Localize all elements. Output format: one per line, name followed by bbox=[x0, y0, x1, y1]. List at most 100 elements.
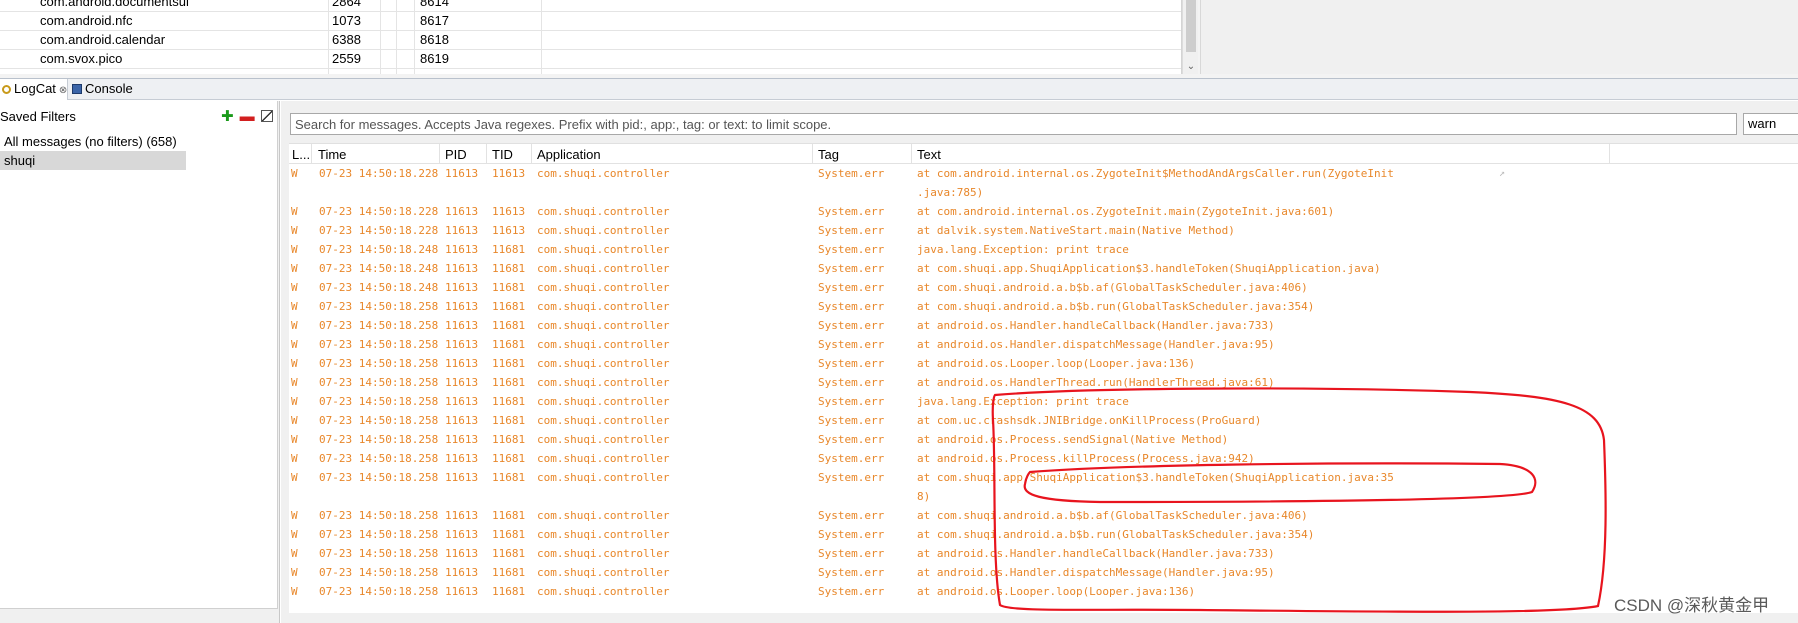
process-port: 8619 bbox=[420, 51, 449, 66]
column-divider[interactable] bbox=[486, 144, 487, 164]
log-row[interactable]: W 07-23 14:50:18.248 11613 11681 com.shuqi.c… bbox=[289, 278, 1798, 297]
log-row[interactable]: W 07-23 14:50:18.258 11613 11681 com.shuqi.c… bbox=[289, 335, 1798, 354]
log-pid: 11613 bbox=[445, 338, 479, 351]
log-tid: 11681 bbox=[492, 262, 526, 275]
log-application: com.shuqi.controller bbox=[537, 243, 670, 256]
log-row[interactable]: W 07-23 14:50:18.228 11613 11613 com.shuqi.c… bbox=[289, 202, 1798, 221]
edit-filter-icon[interactable] bbox=[260, 110, 273, 122]
log-pid: 11613 bbox=[445, 471, 479, 484]
log-tid: 11681 bbox=[492, 471, 526, 484]
log-time: 07-23 14:50:18.258 bbox=[319, 528, 439, 541]
view-tab-bar: LogCat ⊗ Console bbox=[0, 78, 1798, 100]
log-time: 07-23 14:50:18.258 bbox=[319, 300, 439, 313]
tab-label: LogCat bbox=[14, 81, 56, 96]
column-divider[interactable] bbox=[812, 144, 813, 164]
log-row[interactable]: W 07-23 14:50:18.258 11613 11681 com.shuqi.c… bbox=[289, 506, 1798, 525]
log-row[interactable]: W 07-23 14:50:18.258 11613 11681 com.shuqi.c… bbox=[289, 373, 1798, 392]
log-row[interactable]: W 07-23 14:50:18.258 11613 11681 com.shuqi.c… bbox=[289, 316, 1798, 335]
log-application: com.shuqi.controller bbox=[537, 338, 670, 351]
log-tid: 11681 bbox=[492, 319, 526, 332]
log-row[interactable]: W 07-23 14:50:18.258 11613 11681 com.shuqi.c… bbox=[289, 354, 1798, 373]
log-level: W bbox=[291, 224, 298, 237]
log-level: W bbox=[291, 167, 298, 180]
log-row[interactable]: W 07-23 14:50:18.258 11613 11681 com.shuqi.c… bbox=[289, 563, 1798, 582]
log-row[interactable]: W 07-23 14:50:18.248 11613 11681 com.shuqi.c… bbox=[289, 259, 1798, 278]
log-tag: System.err bbox=[818, 319, 885, 332]
column-divider[interactable] bbox=[1609, 144, 1610, 164]
column-header-application[interactable]: Application bbox=[537, 147, 601, 162]
log-application: com.shuqi.controller bbox=[537, 452, 670, 465]
log-row[interactable]: W 07-23 14:50:18.258 11613 11681 com.shuqi.c… bbox=[289, 430, 1798, 449]
log-row[interactable]: W 07-23 14:50:18.258 11613 11681 com.shuqi.c… bbox=[289, 544, 1798, 563]
column-divider bbox=[414, 0, 415, 74]
log-pid: 11613 bbox=[445, 319, 479, 332]
log-row[interactable]: W 07-23 14:50:18.248 11613 11681 com.shuqi.c… bbox=[289, 240, 1798, 259]
add-filter-icon[interactable]: ✚ bbox=[221, 108, 234, 125]
process-table-scrollbar[interactable]: ⌄ bbox=[1182, 0, 1198, 74]
log-tid: 11681 bbox=[492, 357, 526, 370]
log-row[interactable]: W 07-23 14:50:18.258 11613 11681 com.shuqi.c… bbox=[289, 411, 1798, 430]
column-divider[interactable] bbox=[531, 144, 532, 164]
log-time: 07-23 14:50:18.258 bbox=[319, 585, 439, 598]
table-row[interactable]: com.svox.pico 2559 8619 bbox=[0, 50, 1181, 69]
log-level: W bbox=[291, 376, 298, 389]
log-time: 07-23 14:50:18.228 bbox=[319, 205, 439, 218]
log-application: com.shuqi.controller bbox=[537, 167, 670, 180]
remove-filter-icon[interactable]: ▬ bbox=[240, 108, 255, 125]
process-name: com.android.documentsui bbox=[40, 0, 189, 9]
log-text: at com.shuqi.android.a.b$b.af(GlobalTask… bbox=[917, 281, 1308, 294]
close-icon[interactable]: ⊗ bbox=[59, 85, 67, 96]
log-tid: 11681 bbox=[492, 585, 526, 598]
log-row[interactable]: W 07-23 14:50:18.258 11613 11681 com.shuqi.c… bbox=[289, 468, 1798, 506]
column-header-pid[interactable]: PID bbox=[445, 147, 467, 162]
log-pid: 11613 bbox=[445, 395, 479, 408]
tab-logcat[interactable]: LogCat ⊗ bbox=[0, 79, 68, 100]
log-tag: System.err bbox=[818, 585, 885, 598]
log-level: W bbox=[291, 528, 298, 541]
log-level-select[interactable]: warn bbox=[1743, 113, 1798, 135]
log-level: W bbox=[291, 281, 298, 294]
filter-item-all-messages[interactable]: All messages (no filters) (658) bbox=[0, 132, 186, 151]
chevron-down-icon[interactable]: ⌄ bbox=[1185, 61, 1197, 73]
log-row[interactable]: W 07-23 14:50:18.228 11613 11613 com.shuqi.c… bbox=[289, 164, 1798, 202]
log-table: L... Time PID TID Application Tag Text W… bbox=[289, 143, 1798, 613]
log-pid: 11613 bbox=[445, 224, 479, 237]
log-tid: 11613 bbox=[492, 167, 526, 180]
log-pid: 11613 bbox=[445, 528, 479, 541]
tab-console[interactable]: Console bbox=[70, 79, 140, 100]
column-header-tag[interactable]: Tag bbox=[818, 147, 839, 162]
log-application: com.shuqi.controller bbox=[537, 433, 670, 446]
search-input[interactable] bbox=[290, 113, 1737, 135]
log-row[interactable]: W 07-23 14:50:18.258 11613 11681 com.shuqi.c… bbox=[289, 525, 1798, 544]
scrollbar-thumb[interactable] bbox=[1186, 0, 1196, 52]
log-pid: 11613 bbox=[445, 357, 479, 370]
log-row[interactable]: W 07-23 14:50:18.258 11613 11681 com.shuqi.c… bbox=[289, 392, 1798, 411]
table-row[interactable]: com.android.nfc 1073 8617 bbox=[0, 12, 1181, 31]
table-row[interactable]: com.android.documentsui 2864 8614 bbox=[0, 0, 1181, 12]
filter-item-shuqi[interactable]: shuqi bbox=[0, 151, 186, 170]
log-row[interactable]: W 07-23 14:50:18.258 11613 11681 com.shuqi.c… bbox=[289, 582, 1798, 601]
log-tid: 11681 bbox=[492, 528, 526, 541]
log-text: at com.shuqi.android.a.b$b.run(GlobalTas… bbox=[917, 528, 1315, 541]
log-tid: 11681 bbox=[492, 376, 526, 389]
log-level: W bbox=[291, 433, 298, 446]
column-header-time[interactable]: Time bbox=[318, 147, 346, 162]
log-application: com.shuqi.controller bbox=[537, 585, 670, 598]
column-header-text[interactable]: Text bbox=[917, 147, 941, 162]
column-header-level[interactable]: L... bbox=[292, 147, 310, 162]
table-row[interactable]: com.android.calendar 6388 8618 bbox=[0, 31, 1181, 50]
log-application: com.shuqi.controller bbox=[537, 376, 670, 389]
column-divider[interactable] bbox=[911, 144, 912, 164]
column-divider[interactable] bbox=[311, 144, 312, 164]
log-tag: System.err bbox=[818, 338, 885, 351]
column-header-tid[interactable]: TID bbox=[492, 147, 513, 162]
console-icon bbox=[72, 84, 82, 94]
log-pid: 11613 bbox=[445, 262, 479, 275]
log-row[interactable]: W 07-23 14:50:18.258 11613 11681 com.shuqi.c… bbox=[289, 297, 1798, 316]
log-text: at android.os.Looper.loop(Looper.java:13… bbox=[917, 585, 1196, 598]
log-text: at com.shuqi.android.a.b$b.af(GlobalTask… bbox=[917, 509, 1308, 522]
log-pid: 11613 bbox=[445, 414, 479, 427]
log-row[interactable]: W 07-23 14:50:18.258 11613 11681 com.shuqi.c… bbox=[289, 449, 1798, 468]
log-row[interactable]: W 07-23 14:50:18.228 11613 11613 com.shuqi.c… bbox=[289, 221, 1798, 240]
column-divider[interactable] bbox=[439, 144, 440, 164]
